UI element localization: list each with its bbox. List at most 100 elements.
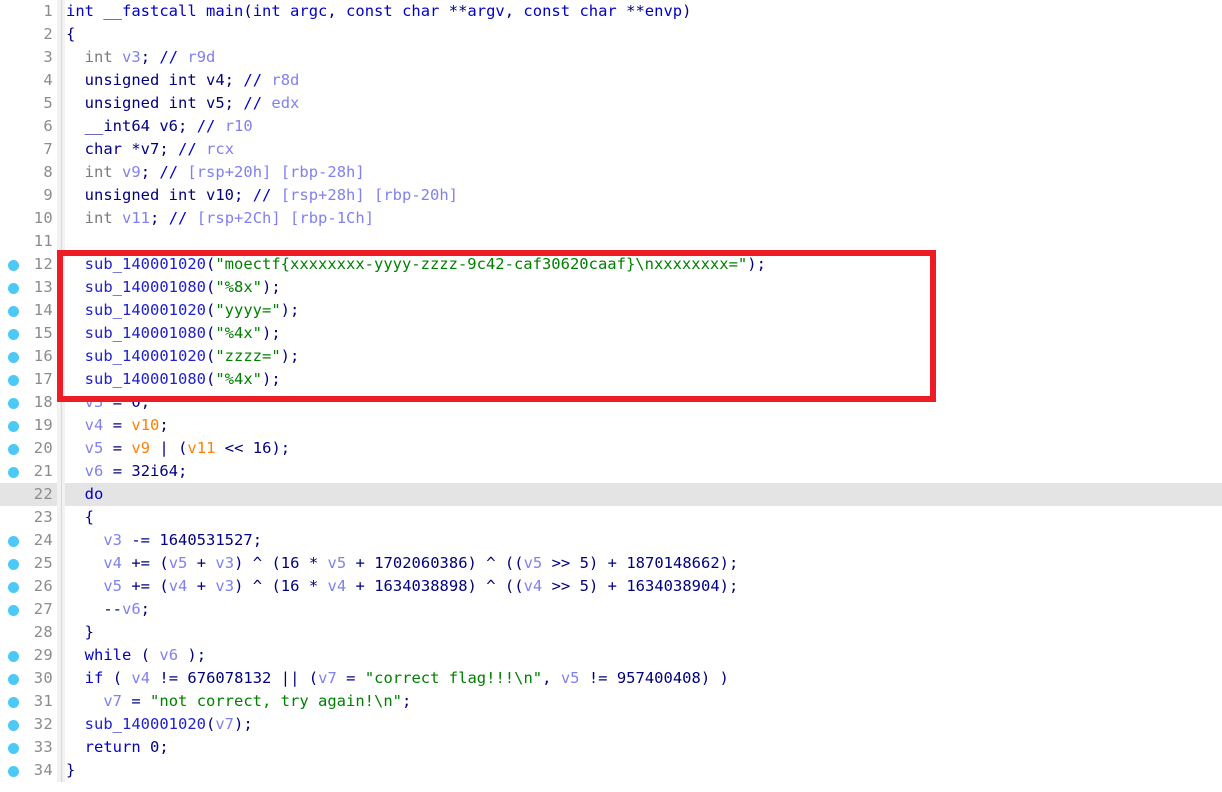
- code-text[interactable]: }: [66, 621, 94, 644]
- code-text[interactable]: int v9; // [rsp+20h] [rbp-28h]: [66, 161, 365, 184]
- gutter-separator: [61, 506, 62, 529]
- code-text[interactable]: sub_140001080("%4x");: [66, 322, 281, 345]
- code-line[interactable]: 2{: [0, 23, 1222, 46]
- gutter-separator: [61, 667, 62, 690]
- code-text[interactable]: __int64 v6; // r10: [66, 115, 253, 138]
- gutter-separator: [61, 207, 62, 230]
- line-number: 16: [33, 347, 53, 365]
- code-text[interactable]: v4 = v10;: [66, 414, 169, 437]
- line-number: 7: [43, 140, 53, 158]
- code-line[interactable]: 25 v4 += (v5 + v3) ^ (16 * v5 + 17020603…: [0, 552, 1222, 575]
- code-text[interactable]: while ( v6 );: [66, 644, 206, 667]
- gutter-separator: [61, 621, 62, 644]
- line-number: 31: [33, 692, 53, 710]
- code-text[interactable]: v4 += (v5 + v3) ^ (16 * v5 + 1702060386)…: [66, 552, 738, 575]
- code-line[interactable]: 3 int v3; // r9d: [0, 46, 1222, 69]
- line-number: 1: [43, 2, 53, 20]
- code-text[interactable]: v6 = 32i64;: [66, 460, 188, 483]
- code-line[interactable]: 4 unsigned int v4; // r8d: [0, 69, 1222, 92]
- code-text[interactable]: {: [66, 506, 94, 529]
- line-number: 17: [33, 370, 53, 388]
- code-text[interactable]: sub_140001080("%4x");: [66, 368, 281, 391]
- pseudocode-view[interactable]: 1 int __fastcall main(int argc, const cha…: [0, 0, 1222, 792]
- code-line[interactable]: 5 unsigned int v5; // edx: [0, 92, 1222, 115]
- line-number: 13: [33, 278, 53, 296]
- code-line[interactable]: 32 sub_140001020(v7);: [0, 713, 1222, 736]
- gutter-separator: [61, 92, 62, 115]
- code-line[interactable]: 6 __int64 v6; // r10: [0, 115, 1222, 138]
- code-line[interactable]: 8 int v9; // [rsp+20h] [rbp-28h]: [0, 161, 1222, 184]
- code-line[interactable]: 24 v3 -= 1640531527;: [0, 529, 1222, 552]
- code-line[interactable]: 14 sub_140001020("yyyy=");: [0, 299, 1222, 322]
- code-line[interactable]: 31 v7 = "not correct, try again!\n";: [0, 690, 1222, 713]
- code-line[interactable]: 13 sub_140001080("%8x");: [0, 276, 1222, 299]
- code-text[interactable]: unsigned int v4; // r8d: [66, 69, 300, 92]
- gutter-separator: [61, 69, 62, 92]
- line-number: 22: [33, 485, 53, 503]
- code-line[interactable]: 9 unsigned int v10; // [rsp+28h] [rbp-20…: [0, 184, 1222, 207]
- code-line[interactable]: 21 v6 = 32i64;: [0, 460, 1222, 483]
- code-text[interactable]: int v11; // [rsp+2Ch] [rbp-1Ch]: [66, 207, 374, 230]
- code-text[interactable]: v5 = v9 | (v11 << 16);: [66, 437, 290, 460]
- gutter-separator: [61, 46, 62, 69]
- code-line[interactable]: 15 sub_140001080("%4x");: [0, 322, 1222, 345]
- gutter-separator: [61, 391, 62, 414]
- code-line[interactable]: 12 sub_140001020("moectf{xxxxxxxx-yyyy-z…: [0, 253, 1222, 276]
- code-line[interactable]: 23 {: [0, 506, 1222, 529]
- gutter-separator: [61, 713, 62, 736]
- code-text[interactable]: --v6;: [66, 598, 150, 621]
- gutter-separator: [61, 368, 62, 391]
- gutter-separator: [61, 322, 62, 345]
- gutter-separator: [61, 299, 62, 322]
- line-number: 9: [43, 186, 53, 204]
- code-text[interactable]: sub_140001020(v7);: [66, 713, 253, 736]
- code-text[interactable]: unsigned int v5; // edx: [66, 92, 300, 115]
- code-line[interactable]: 16 sub_140001020("zzzz=");: [0, 345, 1222, 368]
- code-text[interactable]: char *v7; // rcx: [66, 138, 234, 161]
- code-line[interactable]: 30 if ( v4 != 676078132 || (v7 = "correc…: [0, 667, 1222, 690]
- code-text[interactable]: {: [66, 23, 75, 46]
- code-text[interactable]: int v3; // r9d: [66, 46, 216, 69]
- code-line[interactable]: 22 do: [0, 483, 1222, 506]
- line-number: 10: [33, 209, 53, 227]
- code-text[interactable]: v5 += (v4 + v3) ^ (16 * v4 + 1634038898)…: [66, 575, 738, 598]
- code-text[interactable]: int __fastcall main(int argc, const char…: [66, 0, 691, 23]
- code-line[interactable]: 1 int __fastcall main(int argc, const cha…: [0, 0, 1222, 23]
- code-line[interactable]: 28 }: [0, 621, 1222, 644]
- code-text[interactable]: }: [66, 759, 75, 782]
- code-line[interactable]: 20 v5 = v9 | (v11 << 16);: [0, 437, 1222, 460]
- line-number: 15: [33, 324, 53, 342]
- code-text[interactable]: unsigned int v10; // [rsp+28h] [rbp-20h]: [66, 184, 458, 207]
- line-number: 4: [43, 71, 53, 89]
- line-number: 27: [33, 600, 53, 618]
- code-line[interactable]: 34}: [0, 759, 1222, 782]
- code-text[interactable]: if ( v4 != 676078132 || (v7 = "correct f…: [66, 667, 729, 690]
- code-line[interactable]: 26 v5 += (v4 + v3) ^ (16 * v4 + 16340388…: [0, 575, 1222, 598]
- code-line[interactable]: 29 while ( v6 );: [0, 644, 1222, 667]
- code-text[interactable]: v3 = 0;: [66, 391, 150, 414]
- code-text[interactable]: sub_140001020("yyyy=");: [66, 299, 300, 322]
- line-number: 18: [33, 393, 53, 411]
- code-line[interactable]: 11: [0, 230, 1222, 253]
- code-line[interactable]: 33 return 0;: [0, 736, 1222, 759]
- code-text[interactable]: do: [66, 483, 104, 506]
- gutter-separator: [61, 276, 62, 299]
- code-line[interactable]: 10 int v11; // [rsp+2Ch] [rbp-1Ch]: [0, 207, 1222, 230]
- line-number: 21: [33, 462, 53, 480]
- gutter-separator: [61, 0, 62, 23]
- code-text[interactable]: sub_140001020("moectf{xxxxxxxx-yyyy-zzzz…: [66, 253, 766, 276]
- code-text[interactable]: sub_140001080("%8x");: [66, 276, 281, 299]
- code-text[interactable]: return 0;: [66, 736, 169, 759]
- code-text[interactable]: v3 -= 1640531527;: [66, 529, 262, 552]
- code-text[interactable]: sub_140001020("zzzz=");: [66, 345, 300, 368]
- gutter-separator: [61, 184, 62, 207]
- code-text[interactable]: v7 = "not correct, try again!\n";: [66, 690, 411, 713]
- code-line[interactable]: 18 v3 = 0;: [0, 391, 1222, 414]
- code-line[interactable]: 19 v4 = v10;: [0, 414, 1222, 437]
- code-line-list[interactable]: 1 int __fastcall main(int argc, const cha…: [0, 0, 1222, 782]
- line-number: 33: [33, 738, 53, 756]
- code-line[interactable]: 27 --v6;: [0, 598, 1222, 621]
- code-line[interactable]: 7 char *v7; // rcx: [0, 138, 1222, 161]
- code-line[interactable]: 17 sub_140001080("%4x");: [0, 368, 1222, 391]
- gutter-separator: [61, 690, 62, 713]
